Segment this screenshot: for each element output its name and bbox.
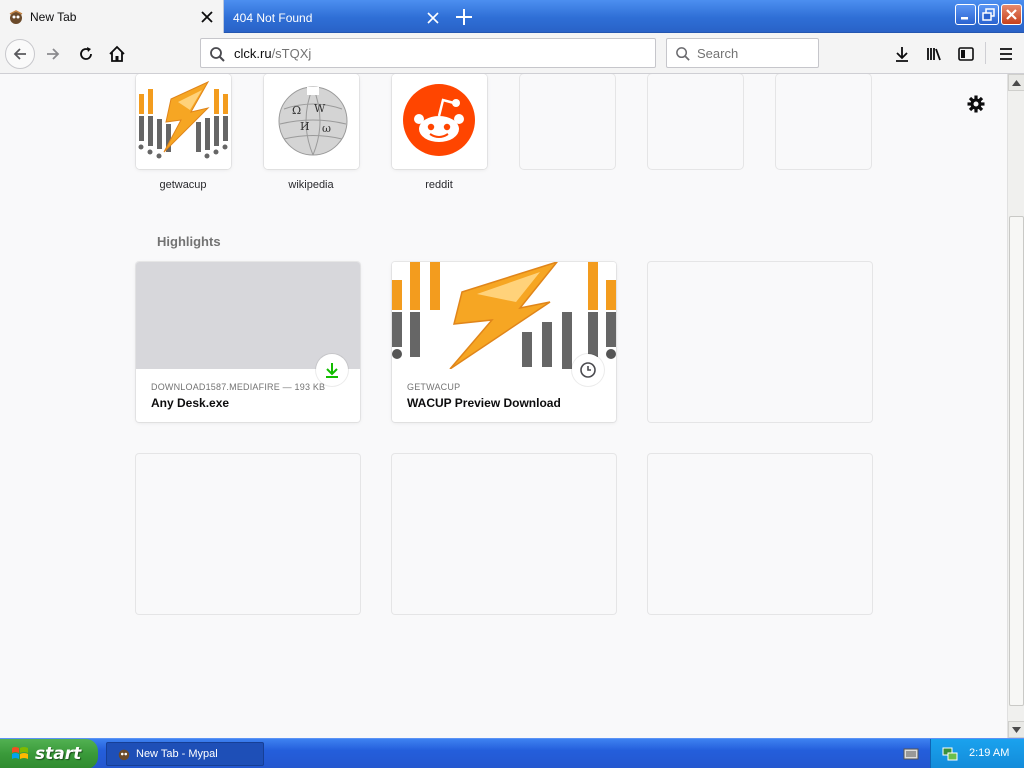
- gear-icon[interactable]: [966, 94, 986, 114]
- top-site-label: wikipedia: [288, 179, 334, 191]
- toolbar-divider: [985, 42, 986, 64]
- svg-text:Ω: Ω: [292, 104, 301, 117]
- tab-new-tab[interactable]: New Tab: [0, 0, 224, 33]
- downloads-button[interactable]: [887, 39, 917, 69]
- sidebar-icon: [958, 47, 974, 61]
- scroll-up-button[interactable]: [1008, 74, 1024, 91]
- scrollbar-thumb[interactable]: [1009, 216, 1024, 706]
- keyboard-icon[interactable]: [903, 747, 919, 761]
- top-site-wikipedia[interactable]: Ω W И ω: [264, 74, 359, 169]
- highlight-card-empty: [392, 454, 616, 614]
- new-tab-page: getwacup Ω W И ω wikipedia reddit Highli…: [0, 74, 1007, 738]
- restore-window-button[interactable]: [978, 4, 999, 25]
- card-thumbnail: [136, 262, 360, 369]
- new-tab-plus-icon[interactable]: [452, 5, 476, 29]
- back-arrow-icon: [13, 48, 26, 60]
- mypal-favicon-icon: [9, 9, 23, 24]
- address-bar[interactable]: clck.ru/sTQXj: [200, 38, 656, 68]
- vertical-scrollbar[interactable]: [1007, 74, 1024, 738]
- svg-text:W: W: [314, 102, 326, 115]
- system-tray: 2:19 AM: [930, 739, 1024, 768]
- forward-button[interactable]: [38, 39, 68, 69]
- close-window-button[interactable]: [1001, 4, 1022, 25]
- highlight-card-empty: [136, 454, 360, 614]
- highlight-card-empty: [648, 454, 872, 614]
- taskbar-item-mypal[interactable]: New Tab - Mypal: [106, 742, 264, 766]
- highlight-card-any-desk[interactable]: DOWNLOAD1587.MEDIAFIRE — 193 KB Any Desk…: [136, 262, 360, 422]
- scroll-down-button[interactable]: [1008, 721, 1024, 738]
- card-source: GETWACUP: [407, 382, 461, 392]
- top-site-label: reddit: [425, 179, 453, 191]
- mypal-favicon-icon: [118, 749, 130, 761]
- wikipedia-globe-icon: Ω W И ω: [264, 74, 359, 169]
- highlight-card-empty: [648, 262, 872, 422]
- url-path: /sTQXj: [271, 45, 312, 61]
- reload-button[interactable]: [71, 39, 101, 69]
- card-title: WACUP Preview Download: [407, 396, 561, 410]
- home-button[interactable]: [102, 39, 132, 69]
- clock[interactable]: 2:19 AM: [969, 747, 1009, 759]
- navigation-toolbar: clck.ru/sTQXj Search: [0, 33, 1024, 74]
- taskbar-item-label: New Tab - Mypal: [136, 748, 218, 760]
- wacup-logo-icon: [136, 74, 231, 169]
- tab-404-not-found[interactable]: 404 Not Found: [225, 2, 449, 33]
- close-tab-icon[interactable]: [427, 11, 439, 24]
- library-icon: [927, 48, 941, 61]
- menu-button[interactable]: [991, 39, 1021, 69]
- svg-text:И: И: [300, 120, 310, 133]
- start-label: start: [35, 744, 82, 764]
- close-tab-icon[interactable]: [201, 10, 213, 23]
- top-site-reddit[interactable]: [392, 74, 487, 169]
- start-button[interactable]: start: [0, 739, 98, 768]
- minimize-icon: [961, 17, 968, 20]
- clock-icon: [580, 362, 596, 378]
- reddit-alien-icon: [392, 74, 487, 169]
- clock-badge: [572, 354, 604, 386]
- reload-icon: [80, 47, 92, 60]
- sidebar-button[interactable]: [951, 39, 981, 69]
- restore-icon: [982, 8, 995, 21]
- arrow-up-icon: [1012, 79, 1021, 86]
- windows-taskbar: start New Tab - Mypal 2:19 AM: [0, 738, 1024, 768]
- download-icon: [326, 363, 338, 378]
- search-input[interactable]: Search: [666, 38, 819, 68]
- url-domain: clck.ru: [234, 45, 272, 61]
- search-icon: [676, 47, 690, 61]
- top-site-empty[interactable]: [648, 74, 743, 169]
- search-placeholder: Search: [697, 45, 739, 61]
- arrow-down-icon: [1012, 726, 1021, 733]
- highlight-card-wacup[interactable]: GETWACUP WACUP Preview Download: [392, 262, 616, 422]
- tab-strip: New Tab 404 Not Found: [0, 0, 1024, 33]
- highlights-heading: Highlights: [157, 234, 221, 249]
- tab-label: 404 Not Found: [233, 10, 313, 25]
- search-icon: [210, 47, 225, 62]
- wacup-logo-icon: [392, 262, 616, 369]
- top-site-empty[interactable]: [520, 74, 615, 169]
- minimize-window-button[interactable]: [955, 4, 976, 25]
- network-icon[interactable]: [941, 745, 959, 763]
- card-thumbnail: [392, 262, 616, 369]
- hamburger-menu-icon: [1000, 48, 1012, 60]
- svg-text:ω: ω: [322, 122, 331, 135]
- home-icon: [109, 45, 125, 62]
- top-site-label: getwacup: [159, 179, 207, 191]
- download-icon: [896, 47, 908, 62]
- back-button[interactable]: [5, 39, 35, 69]
- close-icon: [1006, 9, 1017, 20]
- windows-logo-icon: [12, 747, 28, 759]
- top-site-getwacup[interactable]: [136, 74, 231, 169]
- card-title: Any Desk.exe: [151, 396, 230, 410]
- tab-label: New Tab: [30, 9, 77, 24]
- library-button[interactable]: [919, 39, 949, 69]
- forward-arrow-icon: [47, 48, 60, 60]
- top-site-empty[interactable]: [776, 74, 871, 169]
- card-source: DOWNLOAD1587.MEDIAFIRE — 193 KB: [151, 382, 326, 392]
